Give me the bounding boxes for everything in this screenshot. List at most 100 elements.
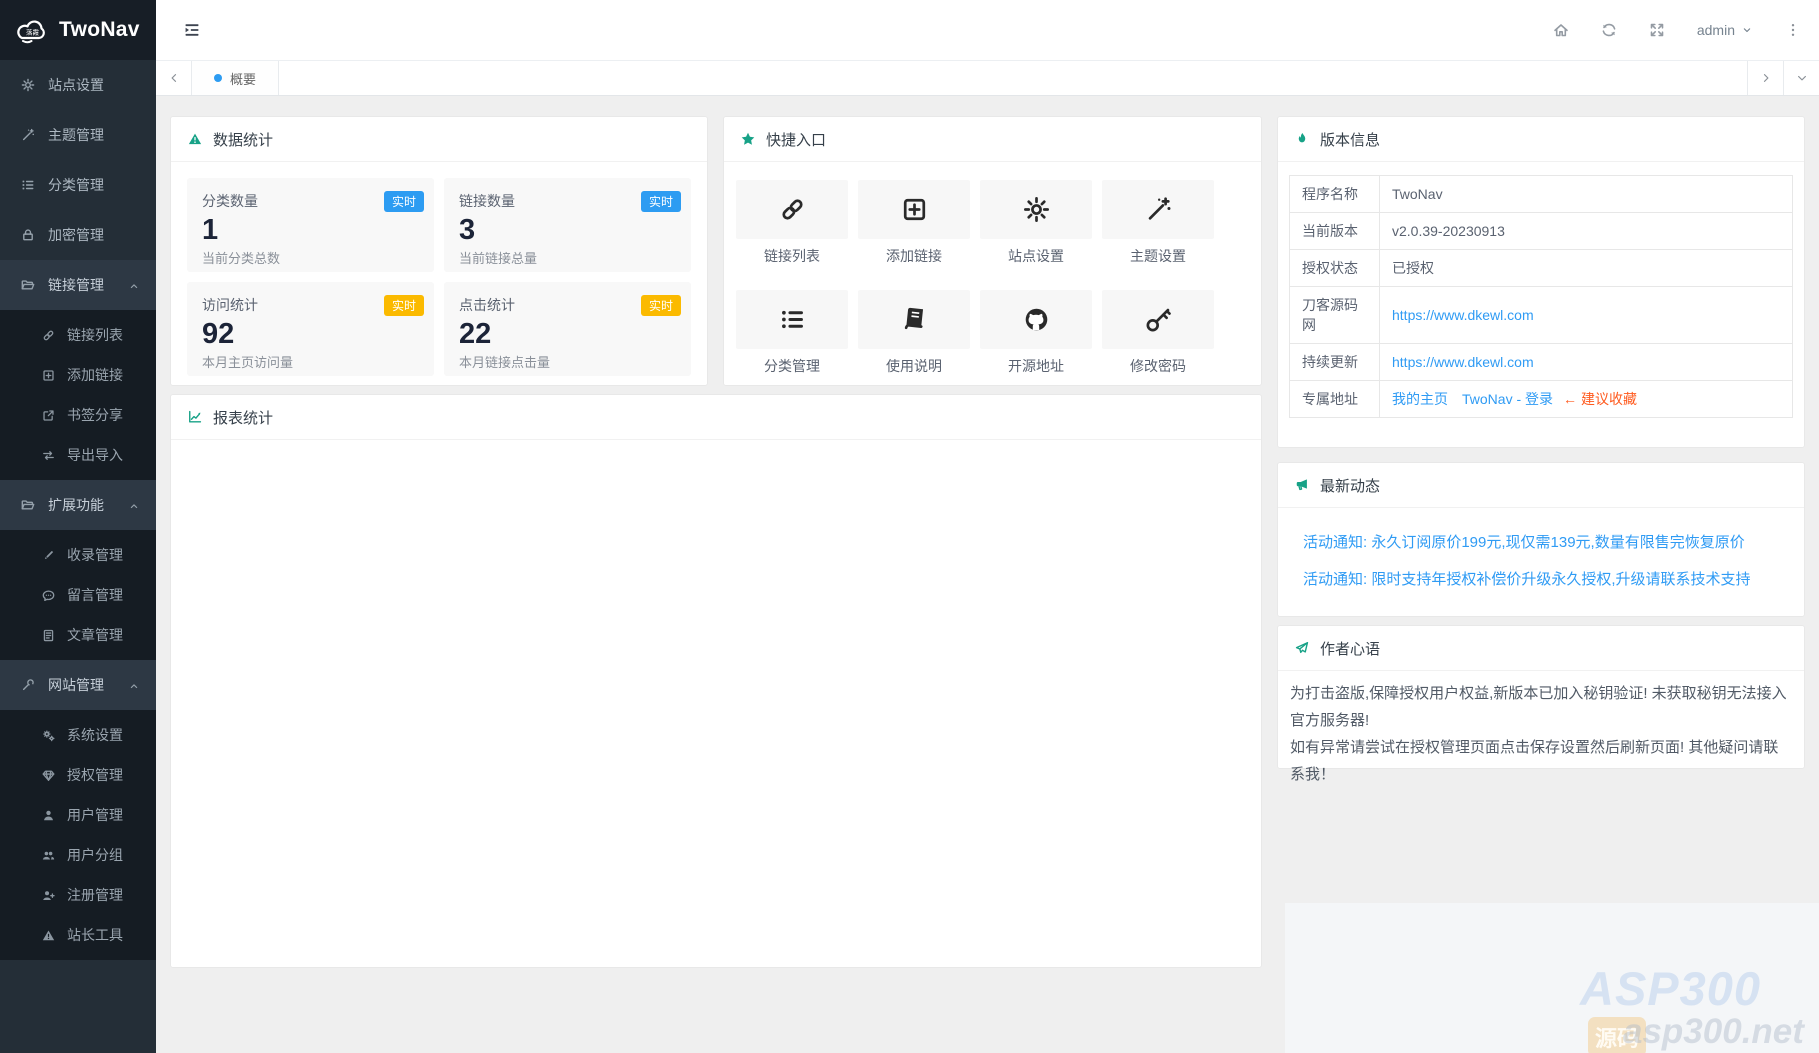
sidebar-item-comments[interactable]: 留言管理 [0,575,156,615]
refresh-button[interactable] [1601,22,1617,38]
sidebar-item-add-link[interactable]: 添加链接 [0,355,156,395]
stat-desc: 当前链接总量 [459,248,676,267]
shortcut-label: 修改密码 [1102,356,1214,376]
chain-icon [779,196,806,223]
user-icon [42,809,55,822]
stat-value: 1 [202,213,419,247]
paper-plane-icon [1295,641,1309,655]
submenu-link-management: 链接列表 添加链接 书签分享 导出导入 [0,310,156,480]
sidebar-item-site-settings[interactable]: 站点设置 [0,60,156,110]
stat-desc: 本月链接点击量 [459,352,676,371]
home-icon [1553,22,1569,38]
tabs-scroll-left-button[interactable] [156,61,192,95]
watermark-panel: ASP300源码 asp300.net [1285,903,1819,1053]
stat-box-clicks: 点击统计 22 本月链接点击量 实时 [444,282,691,376]
folder-open-icon [21,498,35,512]
author-card-header: 作者心语 [1278,626,1804,671]
card-title: 报表统计 [213,407,273,428]
shortcut-label: 使用说明 [858,356,970,376]
table-row: 授权状态 已授权 [1290,250,1793,287]
sidebar-item-label: 文章管理 [67,625,123,645]
app-logo[interactable]: 落霞 TwoNav [0,0,156,60]
sidebar-item-link-management[interactable]: 链接管理 [0,260,156,310]
sidebar-item-label: 书签分享 [67,405,123,425]
topbar-actions: admin [1553,22,1801,38]
sidebar-item-label: 注册管理 [67,885,123,905]
topbar: admin [156,0,1819,60]
list-icon [21,178,35,192]
more-options-button[interactable] [1785,22,1801,38]
version-row-label: 当前版本 [1290,213,1380,250]
sidebar-item-articles[interactable]: 文章管理 [0,615,156,655]
logo-badge-text: 落霞 [26,27,40,36]
shortcut-add-link[interactable]: 添加链接 [858,180,970,266]
sidebar-item-website-management[interactable]: 网站管理 [0,660,156,710]
stat-value: 3 [459,213,676,247]
sidebar-toggle-button[interactable] [184,22,200,38]
sidebar-item-theme[interactable]: 主题管理 [0,110,156,160]
sidebar-item-encryption[interactable]: 加密管理 [0,210,156,260]
shortcut-change-password[interactable]: 修改密码 [1102,290,1214,376]
bookmark-hint: 建议收藏 [1581,391,1637,407]
news-item-link[interactable]: 活动通知: 限时支持年授权补偿价升级永久授权,升级请联系技术支持 [1303,568,1779,589]
chevron-up-icon [128,277,140,293]
shortcut-user-guide[interactable]: 使用说明 [858,290,970,376]
card-title: 数据统计 [213,129,273,150]
user-menu[interactable]: admin [1697,22,1753,38]
login-link[interactable]: TwoNav - 登录 [1462,391,1553,407]
username: admin [1697,22,1735,38]
watermark-domain: asp300.net [1623,1012,1804,1052]
version-row-value: TwoNav [1380,176,1793,213]
megaphone-icon [1295,478,1309,492]
menu-fold-icon [184,22,200,38]
tabs-scroll-right-button[interactable] [1747,61,1783,95]
my-homepage-link[interactable]: 我的主页 [1392,391,1448,407]
news-item-link[interactable]: 活动通知: 永久订阅原价199元,现仅需139元,数量有限售完恢复原价 [1303,531,1779,552]
report-card-header: 报表统计 [171,395,1261,440]
realtime-badge: 实时 [384,191,424,212]
tabs-menu-button[interactable] [1783,61,1819,95]
sidebar-item-link-list[interactable]: 链接列表 [0,315,156,355]
home-button[interactable] [1553,22,1569,38]
stat-value: 22 [459,317,676,351]
fullscreen-button[interactable] [1649,22,1665,38]
fullscreen-icon [1649,22,1665,38]
shortcut-label: 链接列表 [736,246,848,266]
list-icon [779,306,806,333]
sidebar-item-categories[interactable]: 分类管理 [0,160,156,210]
shortcut-theme-settings[interactable]: 主题设置 [1102,180,1214,266]
tab-overview[interactable]: 概要 [192,61,279,95]
sidebar-item-bookmark-share[interactable]: 书签分享 [0,395,156,435]
version-row-value: 已授权 [1380,250,1793,287]
star-icon [741,132,755,146]
lock-icon [21,228,35,242]
app-name: TwoNav [59,18,140,42]
shortcut-label: 主题设置 [1102,246,1214,266]
sidebar-item-registration[interactable]: 注册管理 [0,875,156,915]
sidebar-item-authorization[interactable]: 授权管理 [0,755,156,795]
sidebar-item-webmaster-tools[interactable]: 站长工具 [0,915,156,955]
stat-desc: 当前分类总数 [202,248,419,267]
update-link[interactable]: https://www.dkewl.com [1392,354,1534,370]
sidebar-item-user-groups[interactable]: 用户分组 [0,835,156,875]
magic-wand-icon [1145,196,1172,223]
sidebar-item-extensions[interactable]: 扩展功能 [0,480,156,530]
version-row-value: v2.0.39-20230913 [1380,213,1793,250]
github-icon [1023,306,1050,333]
sidebar-item-inclusion[interactable]: 收录管理 [0,535,156,575]
shortcut-link-list[interactable]: 链接列表 [736,180,848,266]
shortcut-category-management[interactable]: 分类管理 [736,290,848,376]
dkewl-link[interactable]: https://www.dkewl.com [1392,307,1534,323]
chevron-left-icon [168,72,180,84]
sidebar-item-users[interactable]: 用户管理 [0,795,156,835]
gears-icon [42,729,55,742]
shortcut-open-source[interactable]: 开源地址 [980,290,1092,376]
sidebar-item-system-settings[interactable]: 系统设置 [0,715,156,755]
sidebar-item-export-import[interactable]: 导出导入 [0,435,156,475]
version-row-label: 持续更新 [1290,344,1380,381]
chevron-up-icon [128,677,140,693]
comment-icon [42,589,55,602]
tabbar: 概要 [156,60,1819,96]
chevron-down-icon [1741,24,1753,36]
shortcut-site-settings[interactable]: 站点设置 [980,180,1092,266]
